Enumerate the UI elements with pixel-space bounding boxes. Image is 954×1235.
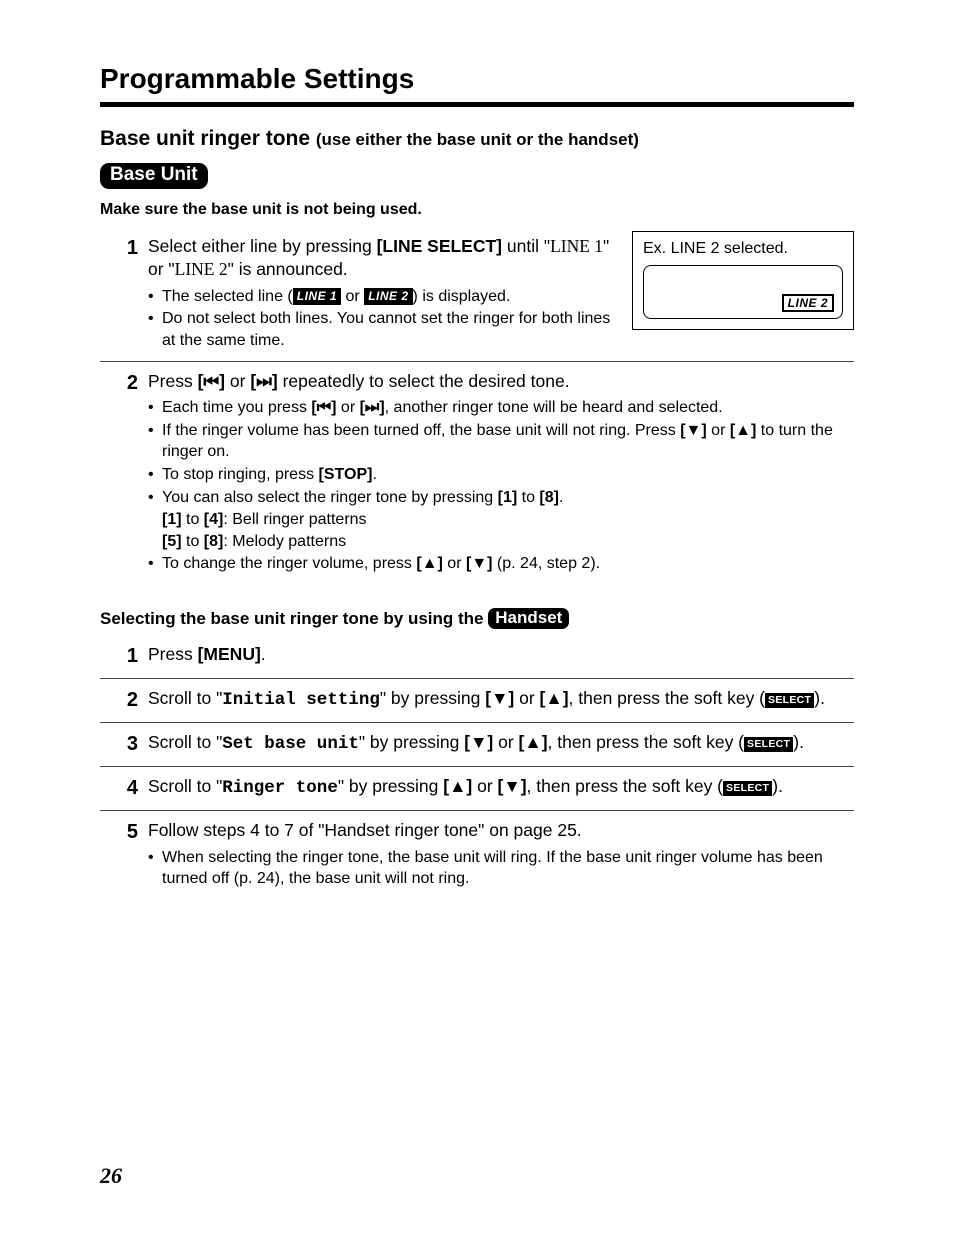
- handset-pill: Handset: [488, 608, 569, 629]
- step-body: Follow steps 4 to 7 of "Handset ringer t…: [148, 819, 854, 891]
- step-bullets: The selected line (LINE 1 or LINE 2) is …: [148, 286, 854, 352]
- select-chip: SELECT: [744, 737, 793, 752]
- step: 1Press [MENU].: [100, 635, 854, 679]
- select-chip: SELECT: [765, 693, 814, 708]
- bullet-item: The selected line (LINE 1 or LINE 2) is …: [148, 286, 854, 308]
- step-bullets: When selecting the ringer tone, the base…: [148, 847, 854, 890]
- step-main-text: Follow steps 4 to 7 of "Handset ringer t…: [148, 819, 854, 843]
- subline: [5] to [8]: Melody patterns: [148, 531, 854, 553]
- bullet-item: Do not select both lines. You cannot set…: [148, 308, 854, 351]
- step-main-text: Press [MENU].: [148, 643, 854, 667]
- step-number: 1: [100, 643, 148, 670]
- bullet-item: Each time you press [⏮] or [⏭], another …: [148, 397, 854, 419]
- step-number: 2: [100, 687, 148, 714]
- step-number: 3: [100, 731, 148, 758]
- step-number: 5: [100, 819, 148, 891]
- step-bullets: Each time you press [⏮] or [⏭], another …: [148, 397, 854, 575]
- bullet-item: When selecting the ringer tone, the base…: [148, 847, 854, 890]
- step: 5Follow steps 4 to 7 of "Handset ringer …: [100, 811, 854, 899]
- page-number: 26: [100, 1161, 122, 1191]
- sub-heading-note: (use either the base unit or the handset…: [316, 130, 639, 149]
- bullet-item: You can also select the ringer tone by p…: [148, 487, 854, 509]
- warning-text: Make sure the base unit is not being use…: [100, 199, 854, 221]
- step-body: Press [⏮] or [⏭] repeatedly to select th…: [148, 370, 854, 576]
- step: 4Scroll to "Ringer tone" by pressing [▲]…: [100, 767, 854, 811]
- base-unit-steps: 1Ex. LINE 2 selected.LINE 2Select either…: [100, 227, 854, 584]
- bullet-item: If the ringer volume has been turned off…: [148, 420, 854, 463]
- step-number: 1: [100, 235, 148, 353]
- step-number: 2: [100, 370, 148, 576]
- handset-heading: Selecting the base unit ringer tone by u…: [100, 608, 854, 631]
- title-rule: [100, 102, 854, 107]
- step: 2Press [⏮] or [⏭] repeatedly to select t…: [100, 362, 854, 584]
- step: 3Scroll to "Set base unit" by pressing […: [100, 723, 854, 767]
- step-body: Ex. LINE 2 selected.LINE 2Select either …: [148, 235, 854, 353]
- handset-steps: 1Press [MENU].2Scroll to "Initial settin…: [100, 635, 854, 899]
- step-main-text: Scroll to "Set base unit" by pressing [▼…: [148, 731, 854, 757]
- step-body: Scroll to "Initial setting" by pressing …: [148, 687, 854, 714]
- step-main-text: Press [⏮] or [⏭] repeatedly to select th…: [148, 370, 854, 394]
- step-main-text: Scroll to "Initial setting" by pressing …: [148, 687, 854, 713]
- sub-heading: Base unit ringer tone (use either the ba…: [100, 125, 854, 153]
- manual-page: Programmable Settings Base unit ringer t…: [0, 0, 954, 1235]
- step-body: Press [MENU].: [148, 643, 854, 670]
- handset-heading-text: Selecting the base unit ringer tone by u…: [100, 609, 488, 628]
- subline: [1] to [4]: Bell ringer patterns: [148, 509, 854, 531]
- example-caption: Ex. LINE 2 selected.: [643, 238, 843, 260]
- section-title: Programmable Settings: [100, 60, 854, 98]
- bullet-item: To change the ringer volume, press [▲] o…: [148, 553, 854, 575]
- line-chip: LINE 2: [364, 288, 412, 305]
- line-chip: LINE 1: [293, 288, 341, 305]
- sub-heading-main: Base unit ringer tone: [100, 127, 316, 150]
- step-main-text: Scroll to "Ringer tone" by pressing [▲] …: [148, 775, 854, 801]
- select-chip: SELECT: [723, 781, 772, 796]
- step-number: 4: [100, 775, 148, 802]
- step-body: Scroll to "Set base unit" by pressing [▼…: [148, 731, 854, 758]
- base-unit-pill: Base Unit: [100, 163, 208, 189]
- step: 2Scroll to "Initial setting" by pressing…: [100, 679, 854, 723]
- bullet-item: To stop ringing, press [STOP].: [148, 464, 854, 486]
- step-body: Scroll to "Ringer tone" by pressing [▲] …: [148, 775, 854, 802]
- step: 1Ex. LINE 2 selected.LINE 2Select either…: [100, 227, 854, 362]
